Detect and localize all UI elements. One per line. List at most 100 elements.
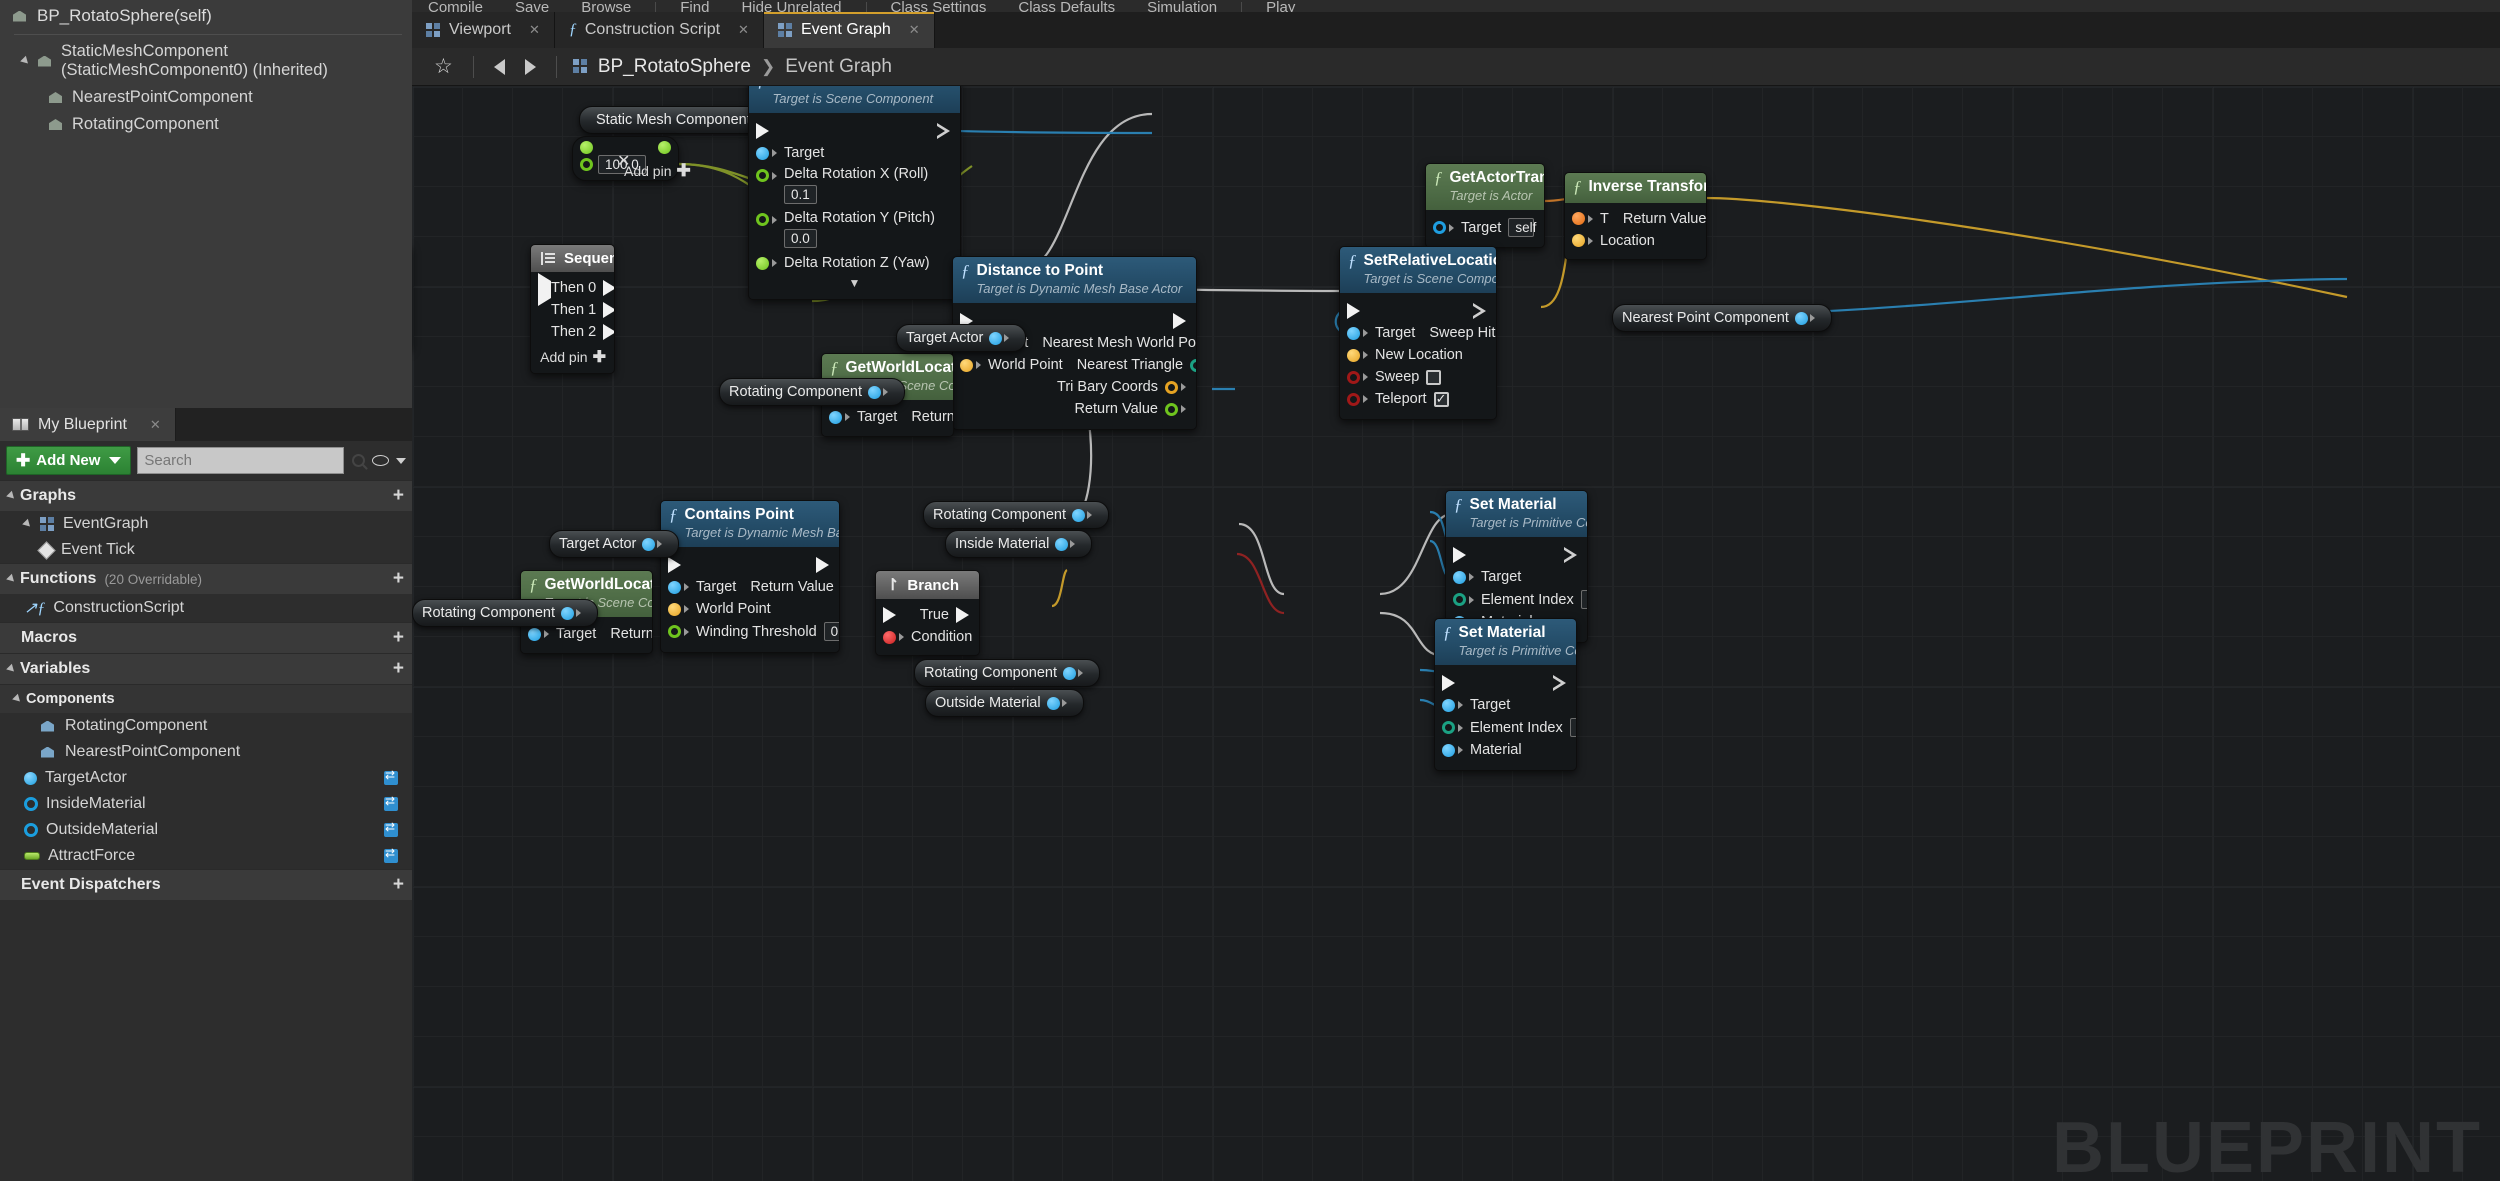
sequence-add-pin-button[interactable]: Add pin ✚ bbox=[531, 343, 614, 367]
search-icon[interactable] bbox=[352, 454, 365, 467]
eye-icon[interactable] bbox=[372, 455, 389, 466]
section-header-functions[interactable]: Functions (20 Overridable) + bbox=[0, 563, 412, 594]
node-set-relative-location[interactable]: ƒ SetRelativeLocation Target is Scene Co… bbox=[1339, 246, 1497, 420]
exec-in-pin[interactable] bbox=[883, 607, 896, 623]
variable-getter-outside-material[interactable]: Outside Material bbox=[925, 689, 1084, 717]
visibility-toggle-icon[interactable] bbox=[384, 794, 398, 811]
expand-triangle-icon[interactable] bbox=[12, 693, 23, 705]
section-header-graphs[interactable]: Graphs + bbox=[0, 480, 412, 511]
variable-getter-target-actor-1[interactable]: Target Actor bbox=[896, 324, 1027, 352]
section-header-event-dispatchers[interactable]: Event Dispatchers + bbox=[0, 869, 412, 900]
visibility-toggle-icon[interactable] bbox=[384, 768, 398, 785]
exec-out-pin[interactable] bbox=[603, 324, 614, 340]
multiply-add-pin-button[interactable]: Add pin ✚ bbox=[624, 161, 691, 181]
output-pin-nearest-triangle[interactable] bbox=[1190, 358, 1196, 372]
target-self-value[interactable]: self bbox=[1508, 218, 1536, 237]
exec-in-pin[interactable] bbox=[1453, 547, 1466, 563]
input-pin-element-index[interactable] bbox=[1453, 593, 1466, 606]
add-button[interactable]: + bbox=[393, 486, 404, 505]
section-header-variables[interactable]: Variables + bbox=[0, 653, 412, 684]
breadcrumb-blueprint[interactable]: BP_RotatoSphere bbox=[598, 56, 751, 78]
tab-event-graph[interactable]: Event Graph ✕ bbox=[763, 12, 935, 48]
section-header-macros[interactable]: Macros + bbox=[0, 622, 412, 653]
expand-triangle-icon[interactable] bbox=[22, 518, 33, 530]
blueprint-item-insidematerial[interactable]: InsideMaterial bbox=[0, 791, 412, 817]
event-graph-canvas[interactable]: Zoom -1 BLUEPRINT bbox=[412, 86, 2500, 1181]
close-icon[interactable]: ✕ bbox=[529, 22, 540, 38]
teleport-checkbox[interactable]: ✓ bbox=[1433, 391, 1449, 407]
expand-triangle-icon[interactable] bbox=[20, 55, 31, 67]
component-item-rotatingcomponent[interactable]: RotatingComponent bbox=[0, 111, 412, 138]
input-pin-delta-rotation-z[interactable] bbox=[756, 256, 769, 270]
component-item-staticmeshcomponent[interactable]: StaticMeshComponent (StaticMeshComponent… bbox=[0, 38, 412, 84]
component-item-nearestpointcomponent[interactable]: NearestPointComponent bbox=[0, 84, 412, 111]
component-root-row[interactable]: BP_RotatoSphere(self) bbox=[0, 0, 412, 32]
delta-rotation-x-input[interactable]: 0.1 bbox=[784, 185, 817, 204]
variable-getter-inside-material[interactable]: Inside Material bbox=[945, 530, 1093, 558]
input-pin-target[interactable] bbox=[1433, 221, 1446, 234]
forward-arrow-icon[interactable] bbox=[515, 58, 546, 75]
input-pin-teleport[interactable] bbox=[1347, 392, 1360, 406]
exec-in-pin[interactable] bbox=[668, 557, 681, 573]
blueprint-item-rotatingcomponent[interactable]: RotatingComponent bbox=[0, 713, 412, 739]
node-add-world-rotation[interactable]: ƒ AddWorldRotation Target is Scene Compo… bbox=[748, 86, 961, 300]
add-button[interactable]: + bbox=[393, 875, 404, 894]
exec-in-pin[interactable] bbox=[756, 123, 769, 139]
blueprint-item-outsidematerial[interactable]: OutsideMaterial bbox=[0, 817, 412, 843]
input-pin-a[interactable] bbox=[580, 141, 593, 154]
variable-getter-rotating-component-4[interactable]: Rotating Component bbox=[914, 659, 1100, 687]
visibility-toggle-icon[interactable] bbox=[384, 820, 398, 837]
sweep-checkbox[interactable] bbox=[1426, 369, 1442, 385]
output-pin-tri-bary-coords[interactable] bbox=[1165, 380, 1178, 394]
add-button[interactable]: + bbox=[393, 628, 404, 647]
favorite-star-icon[interactable]: ☆ bbox=[424, 54, 463, 79]
search-input[interactable]: Search bbox=[137, 447, 344, 474]
input-pin-target[interactable] bbox=[1442, 698, 1455, 712]
input-pin-sweep[interactable] bbox=[1347, 370, 1360, 384]
input-pin-target[interactable] bbox=[1347, 326, 1360, 340]
node-branch[interactable]: ↾ Branch True Condition False bbox=[875, 570, 980, 656]
breadcrumb-graph[interactable]: Event Graph bbox=[785, 56, 892, 78]
toolbar-button-compile[interactable]: Compile bbox=[412, 0, 499, 12]
exec-in-pin[interactable] bbox=[1442, 675, 1455, 691]
variable-getter-nearest-point-component[interactable]: Nearest Point Component bbox=[1612, 304, 1832, 332]
object-pin[interactable] bbox=[1046, 696, 1060, 710]
toolbar-button-play[interactable]: Play bbox=[1250, 0, 1311, 12]
object-pin[interactable] bbox=[989, 331, 1003, 345]
variable-getter-rotating-component-2[interactable]: Rotating Component bbox=[412, 599, 598, 627]
input-pin-b[interactable] bbox=[580, 158, 593, 171]
expand-triangle-icon[interactable] bbox=[6, 573, 17, 585]
toolbar-button-simulation[interactable]: Simulation bbox=[1131, 0, 1233, 12]
visibility-toggle-icon[interactable] bbox=[384, 846, 398, 863]
input-pin-world-point[interactable] bbox=[668, 602, 681, 616]
close-icon[interactable]: ✕ bbox=[909, 22, 920, 38]
winding-threshold-input[interactable]: 0.5 bbox=[823, 622, 839, 641]
output-pin-return-value[interactable] bbox=[1165, 402, 1178, 416]
input-pin-material[interactable] bbox=[1442, 743, 1455, 757]
input-pin-target[interactable] bbox=[668, 580, 681, 594]
input-pin-delta-rotation-y[interactable] bbox=[756, 213, 769, 226]
object-pin[interactable] bbox=[1072, 508, 1085, 522]
element-index-input[interactable]: 0 bbox=[1569, 718, 1576, 737]
add-new-button[interactable]: ✚ Add New bbox=[6, 446, 132, 475]
object-pin[interactable] bbox=[1055, 537, 1069, 551]
exec-out-pin[interactable] bbox=[603, 280, 614, 296]
input-pin-location[interactable] bbox=[1572, 234, 1585, 248]
tab-my-blueprint[interactable]: My Blueprint ✕ bbox=[0, 408, 176, 441]
node-set-material-bottom[interactable]: ƒ Set Material Target is Primitive Compo… bbox=[1434, 618, 1577, 771]
node-contains-point[interactable]: ƒ Contains Point Target is Dynamic Mesh … bbox=[660, 500, 840, 653]
blueprint-item-constructionscript[interactable]: ↗ƒ ConstructionScript bbox=[0, 594, 412, 622]
toolbar-button-class-settings[interactable]: Class Settings bbox=[875, 0, 1003, 12]
expand-triangle-icon[interactable] bbox=[6, 663, 17, 675]
exec-in-pin[interactable] bbox=[1347, 303, 1360, 319]
toolbar-button-find[interactable]: Find bbox=[664, 0, 725, 12]
chevron-down-icon[interactable] bbox=[396, 457, 406, 464]
node-get-actor-transform[interactable]: ƒ GetActorTransform Target is Actor Targ… bbox=[1425, 163, 1545, 248]
input-pin-target[interactable] bbox=[1453, 570, 1466, 584]
close-icon[interactable]: ✕ bbox=[738, 22, 749, 38]
blueprint-item-targetactor[interactable]: TargetActor bbox=[0, 765, 412, 791]
input-pin-world-point[interactable] bbox=[960, 358, 973, 372]
blueprint-item-attractforce[interactable]: AttractForce bbox=[0, 843, 412, 869]
exec-in-pin[interactable] bbox=[538, 273, 551, 306]
input-pin-winding-threshold[interactable] bbox=[668, 625, 681, 638]
